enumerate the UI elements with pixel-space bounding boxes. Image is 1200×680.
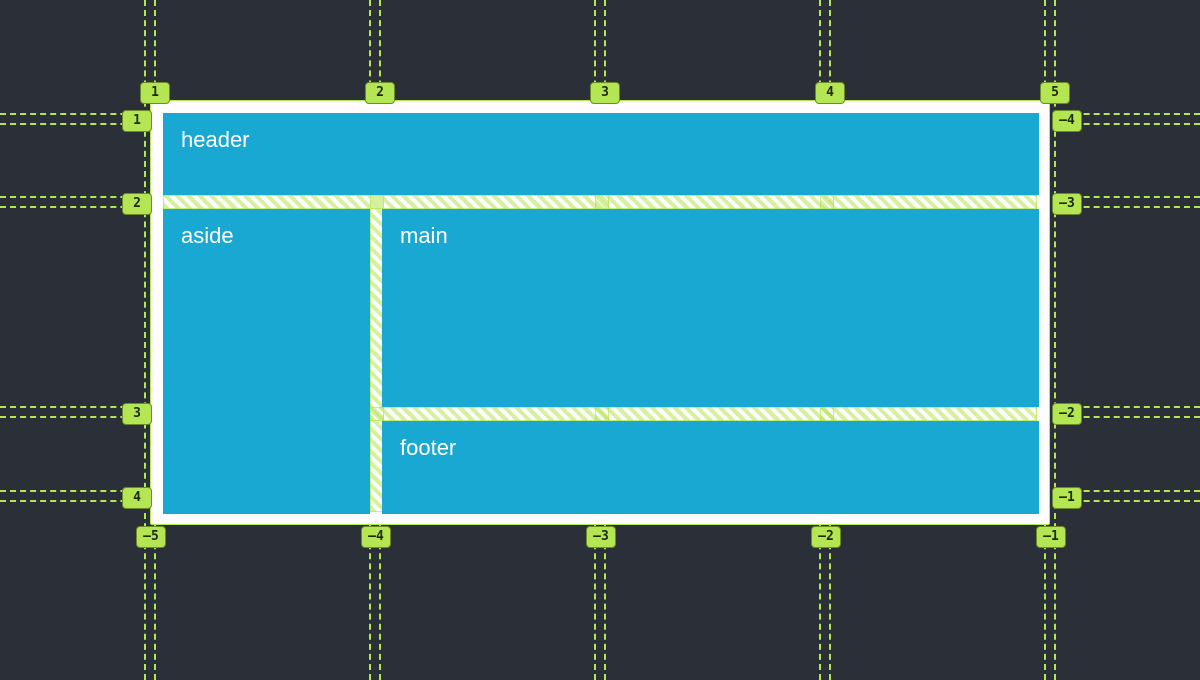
row-badge-left-1: 1 bbox=[122, 110, 152, 132]
row-badge-right-1: –4 bbox=[1052, 110, 1082, 132]
area-header-label: header bbox=[181, 127, 250, 152]
area-aside-label: aside bbox=[181, 223, 234, 248]
col-badge-bot-3: –3 bbox=[586, 526, 616, 548]
grid-cells: header aside main footer bbox=[163, 113, 1037, 512]
area-main-label: main bbox=[400, 223, 448, 248]
row-badge-left-4: 4 bbox=[122, 487, 152, 509]
row-badge-left-3: 3 bbox=[122, 403, 152, 425]
row-badge-right-2: –3 bbox=[1052, 193, 1082, 215]
grid-container: header aside main footer bbox=[150, 100, 1050, 525]
row-badge-left-2: 2 bbox=[122, 193, 152, 215]
col-badge-bot-5: –1 bbox=[1036, 526, 1066, 548]
area-header: header bbox=[163, 113, 1039, 195]
col-badge-bot-4: –2 bbox=[811, 526, 841, 548]
area-aside: aside bbox=[163, 209, 370, 514]
col-badge-bot-1: –5 bbox=[136, 526, 166, 548]
col-badge-top-5: 5 bbox=[1040, 82, 1070, 104]
col-badge-top-2: 2 bbox=[365, 82, 395, 104]
col-badge-bot-2: –4 bbox=[361, 526, 391, 548]
row-badge-right-3: –2 bbox=[1052, 403, 1082, 425]
col-badge-top-3: 3 bbox=[590, 82, 620, 104]
grid-diagram: header aside main footer 1 2 3 4 5 –5 –4… bbox=[0, 0, 1200, 680]
area-main: main bbox=[382, 209, 1039, 407]
col-badge-top-4: 4 bbox=[815, 82, 845, 104]
area-footer: footer bbox=[382, 421, 1039, 514]
col-badge-top-1: 1 bbox=[140, 82, 170, 104]
area-footer-label: footer bbox=[400, 435, 456, 460]
row-badge-right-4: –1 bbox=[1052, 487, 1082, 509]
